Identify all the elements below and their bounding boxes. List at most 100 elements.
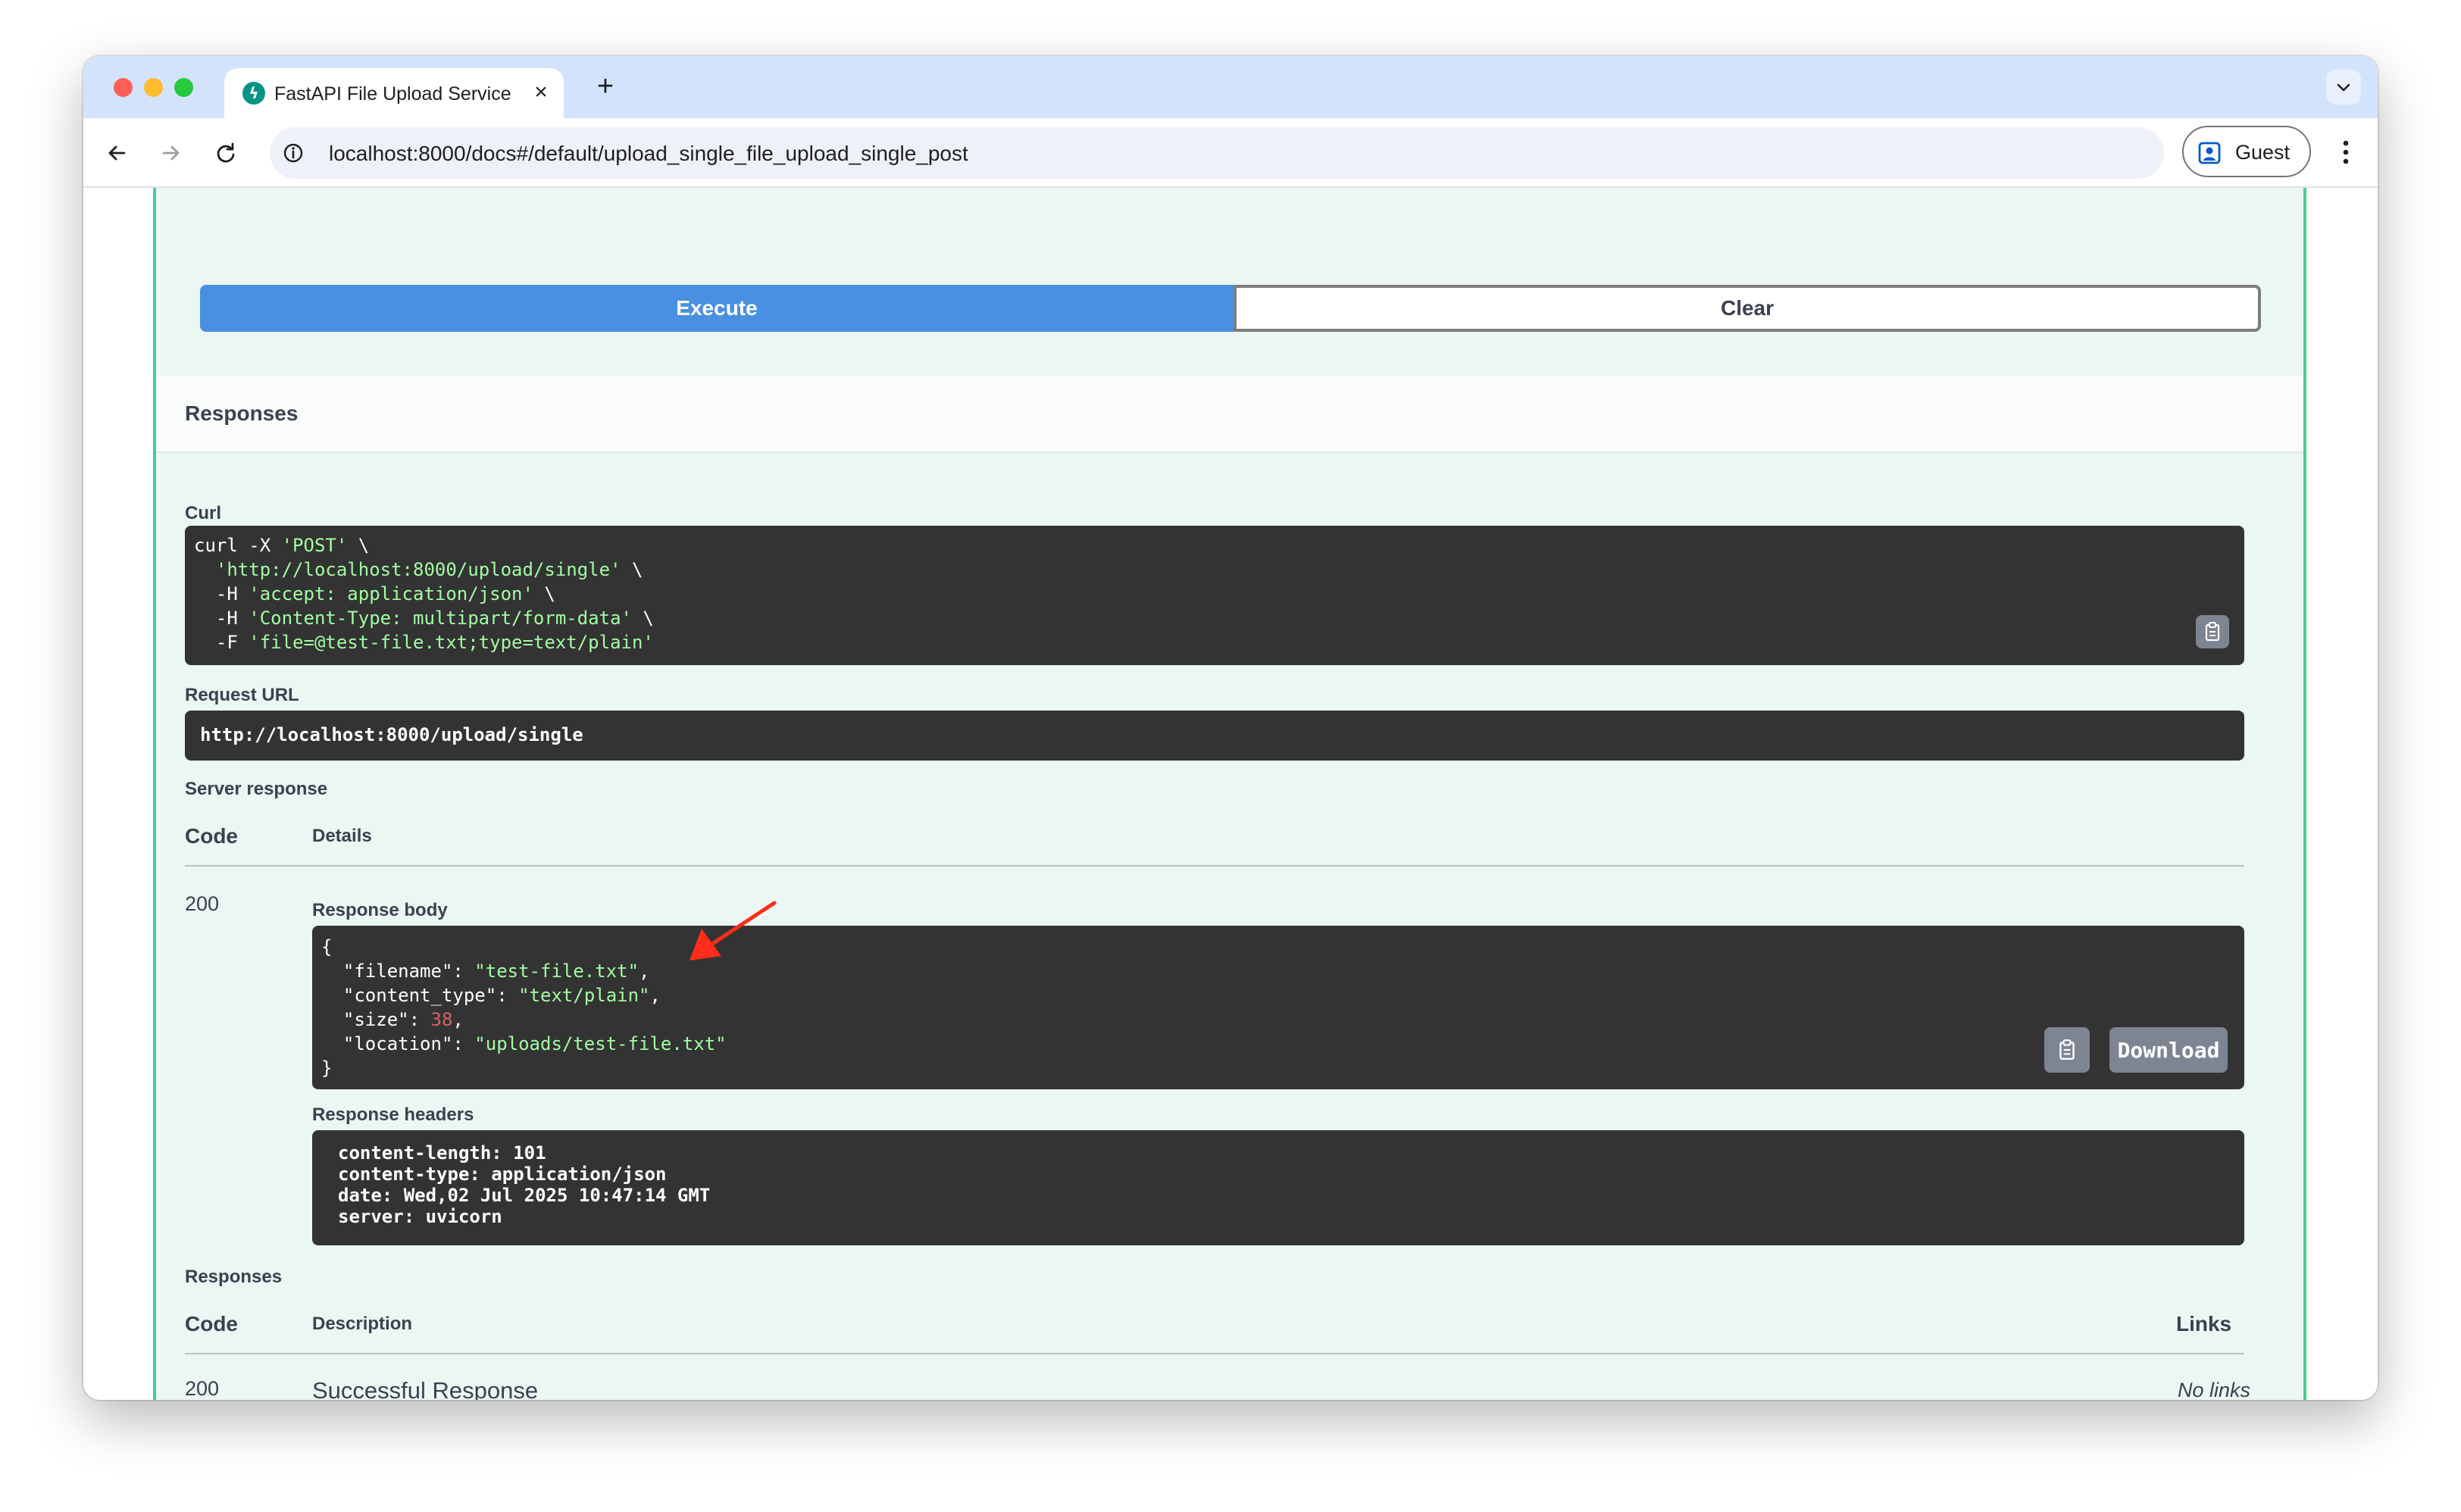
info-icon[interactable] — [282, 142, 305, 164]
curl-command: curl -X — [194, 535, 282, 556]
response-header-line: content-type: application/json — [338, 1164, 2219, 1185]
curl-continuation: \ — [621, 559, 643, 580]
curl-continuation: \ — [632, 608, 654, 629]
table-divider — [185, 865, 2244, 867]
response-header-line: content-length: 101 — [338, 1142, 2219, 1164]
responses-title: Responses — [185, 401, 298, 426]
curl-argument: 'Content-Type: multipart/form-data' — [249, 608, 632, 629]
curl-line: -H 'accept: application/json' \ — [194, 582, 2235, 606]
tab-active[interactable]: ϟ FastAPI File Upload Service - × — [224, 68, 564, 118]
copy-response-button[interactable] — [2044, 1027, 2090, 1073]
curl-command: -F — [194, 632, 249, 653]
response-header-line: server: uvicorn — [338, 1206, 2219, 1227]
json-key: "location": — [321, 1033, 474, 1054]
forward-icon — [159, 141, 183, 165]
json-content-type-line: "content_type": "text/plain", — [321, 983, 2235, 1007]
json-string-value: "text/plain" — [518, 985, 649, 1006]
tab-search-button[interactable] — [2326, 70, 2361, 105]
request-url-block: http://localhost:8000/upload/single — [185, 711, 2244, 761]
download-button[interactable]: Download — [2109, 1027, 2228, 1073]
response-headers-label: Response headers — [312, 1104, 474, 1126]
tab-close-icon[interactable]: × — [529, 79, 553, 106]
curl-line: -F 'file=@test-file.txt;type=text/plain' — [194, 630, 2235, 654]
profile-label: Guest — [2235, 141, 2290, 164]
curl-command: -H — [194, 608, 249, 629]
links-column-header: Links — [2176, 1312, 2231, 1336]
curl-line: -H 'Content-Type: multipart/form-data' \ — [194, 606, 2235, 630]
json-comma: , — [639, 961, 649, 982]
fastapi-favicon: ϟ — [242, 82, 265, 105]
response-body-block: { "filename": "test-file.txt", "content_… — [312, 926, 2244, 1089]
back-icon — [105, 141, 129, 165]
json-comma: , — [649, 985, 660, 1006]
browser-menu-button[interactable] — [2331, 135, 2361, 170]
curl-argument: 'file=@test-file.txt;type=text/plain' — [249, 632, 654, 653]
documented-responses-title: Responses — [185, 1267, 282, 1288]
no-links-text: No links — [2178, 1379, 2250, 1400]
details-column-header: Details — [312, 826, 372, 847]
reload-icon — [214, 141, 238, 165]
code-column-header: Code — [185, 824, 238, 848]
minimize-window-button[interactable] — [144, 78, 163, 97]
close-window-button[interactable] — [114, 78, 133, 97]
curl-label: Curl — [185, 503, 221, 524]
curl-continuation: \ — [347, 535, 369, 556]
url-text[interactable]: localhost:8000/docs#/default/upload_sing… — [329, 142, 968, 166]
new-tab-button[interactable]: + — [589, 71, 621, 103]
clear-button[interactable]: Clear — [1234, 285, 2261, 332]
execute-wrapper: Execute Clear — [200, 285, 2261, 333]
chevron-down-icon — [2334, 78, 2353, 96]
profile-button[interactable]: Guest — [2182, 126, 2311, 177]
documented-status-code: 200 — [185, 1377, 219, 1400]
annotation-arrow — [679, 900, 777, 965]
tab-strip: ϟ FastAPI File Upload Service - × + — [83, 56, 2378, 118]
forward-button[interactable] — [155, 136, 188, 170]
curl-continuation: \ — [533, 583, 555, 604]
json-comma: , — [452, 1009, 463, 1030]
server-response-label: Server response — [185, 779, 327, 800]
browser-window: ϟ FastAPI File Upload Service - × + — [83, 56, 2378, 1400]
curl-command: -H — [194, 583, 249, 604]
reload-button[interactable] — [209, 136, 242, 170]
curl-argument: 'http://localhost:8000/upload/single' — [216, 559, 621, 580]
curl-argument: 'POST' — [282, 535, 348, 556]
kebab-menu-icon — [2342, 139, 2350, 165]
json-key: "content_type": — [321, 985, 518, 1006]
curl-line: 'http://localhost:8000/upload/single' \ — [194, 558, 2235, 582]
response-headers-block: content-length: 101content-type: applica… — [312, 1130, 2244, 1245]
clipboard-icon — [2202, 621, 2223, 642]
description-column-header: Description — [312, 1314, 412, 1335]
curl-block: curl -X 'POST' \ 'http://localhost:8000/… — [185, 526, 2244, 665]
json-key: "filename": — [321, 961, 474, 982]
json-close-brace: } — [321, 1056, 2235, 1080]
response-headers-code: content-length: 101content-type: applica… — [338, 1142, 2219, 1227]
operation-block: Execute Clear Responses Curl curl -X 'PO… — [153, 188, 2306, 1400]
json-location-line: "location": "uploads/test-file.txt" — [321, 1032, 2235, 1056]
copy-curl-button[interactable] — [2196, 615, 2229, 648]
request-url-label: Request URL — [185, 685, 299, 706]
browser-toolbar: localhost:8000/docs#/default/upload_sing… — [83, 118, 2378, 188]
address-bar[interactable]: localhost:8000/docs#/default/upload_sing… — [270, 127, 2164, 179]
curl-line: curl -X 'POST' \ — [194, 533, 2235, 558]
back-button[interactable] — [100, 136, 133, 170]
curl-command — [194, 559, 216, 580]
json-key: "size": — [321, 1009, 431, 1030]
json-string-value: "uploads/test-file.txt" — [474, 1033, 726, 1054]
json-size-line: "size": 38, — [321, 1007, 2235, 1032]
curl-code: curl -X 'POST' \ 'http://localhost:8000/… — [194, 533, 2235, 654]
json-open-brace: { — [321, 935, 2235, 959]
profile-icon — [2197, 141, 2222, 165]
json-string-value: "test-file.txt" — [474, 961, 639, 982]
response-status-code: 200 — [185, 892, 219, 916]
zoom-window-button[interactable] — [174, 78, 193, 97]
request-url: http://localhost:8000/upload/single — [200, 724, 583, 745]
clipboard-icon — [2056, 1039, 2078, 1061]
tab-title: FastAPI File Upload Service - — [274, 83, 517, 105]
response-body-label: Response body — [312, 900, 448, 921]
table-divider — [185, 1353, 2244, 1354]
curl-argument: 'accept: application/json' — [249, 583, 533, 604]
execute-button[interactable]: Execute — [200, 285, 1234, 332]
response-header-line: date: Wed,02 Jul 2025 10:47:14 GMT — [338, 1185, 2219, 1206]
json-number-value: 38 — [431, 1009, 453, 1030]
responses-header: Responses — [156, 376, 2303, 453]
